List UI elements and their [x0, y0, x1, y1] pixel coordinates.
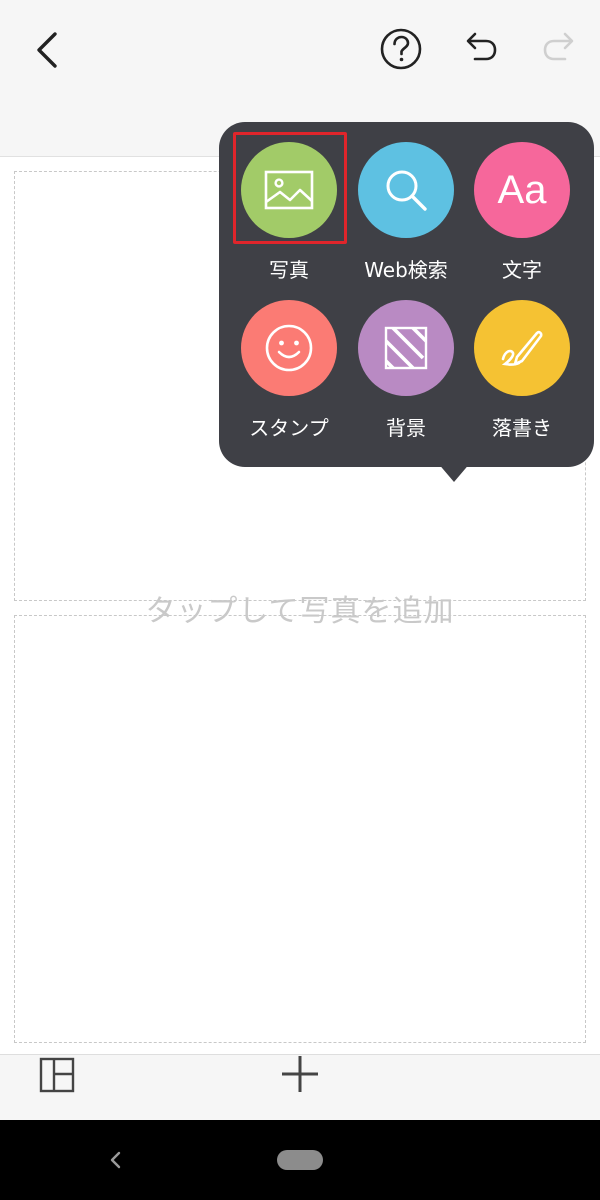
text-aa-icon: Aa — [497, 168, 547, 212]
popup-item-text[interactable]: Aa 文字 — [464, 142, 574, 292]
top-bar — [0, 0, 600, 100]
redo-button[interactable] — [536, 24, 582, 70]
plus-icon — [282, 1056, 318, 1092]
undo-button[interactable] — [458, 24, 504, 70]
popup-item-stamp[interactable]: スタンプ — [231, 300, 341, 450]
nav-home-pill[interactable] — [277, 1150, 323, 1170]
popup-item-label: 写真 — [269, 258, 309, 282]
nav-back-icon — [110, 1151, 121, 1169]
smiley-icon — [265, 324, 313, 372]
chevron-left-icon — [37, 32, 57, 68]
help-button[interactable] — [376, 24, 426, 74]
photo-selection-highlight — [233, 132, 347, 244]
web-search-icon-circle[interactable] — [358, 142, 454, 238]
popup-item-background[interactable]: 背景 — [348, 300, 458, 450]
popup-item-label: 落書き — [492, 416, 552, 440]
popup-pointer — [437, 462, 471, 482]
system-back-button[interactable] — [104, 1146, 128, 1174]
popup-item-label: 文字 — [502, 258, 542, 282]
pattern-icon — [384, 326, 428, 370]
search-icon — [386, 170, 427, 211]
text-icon-circle[interactable]: Aa — [474, 142, 570, 238]
popup-item-label: スタンプ — [249, 416, 329, 440]
pencil-icon — [501, 330, 543, 366]
redo-icon — [543, 32, 574, 61]
layout-grid-icon — [39, 1057, 75, 1093]
back-button[interactable] — [22, 24, 74, 76]
stamp-icon-circle[interactable] — [241, 300, 337, 396]
add-photo-placeholder[interactable]: タップして写真を追加 — [0, 586, 600, 630]
background-icon-circle[interactable] — [358, 300, 454, 396]
question-circle-icon — [380, 28, 422, 70]
popup-item-web-search[interactable]: Web検索 — [348, 142, 458, 292]
layout-button[interactable] — [36, 1054, 78, 1096]
add-button[interactable] — [278, 1052, 322, 1096]
popup-item-doodle[interactable]: 落書き — [464, 300, 574, 450]
undo-icon — [466, 32, 497, 61]
photo-slot-bottom[interactable] — [14, 615, 586, 1043]
doodle-icon-circle[interactable] — [474, 300, 570, 396]
